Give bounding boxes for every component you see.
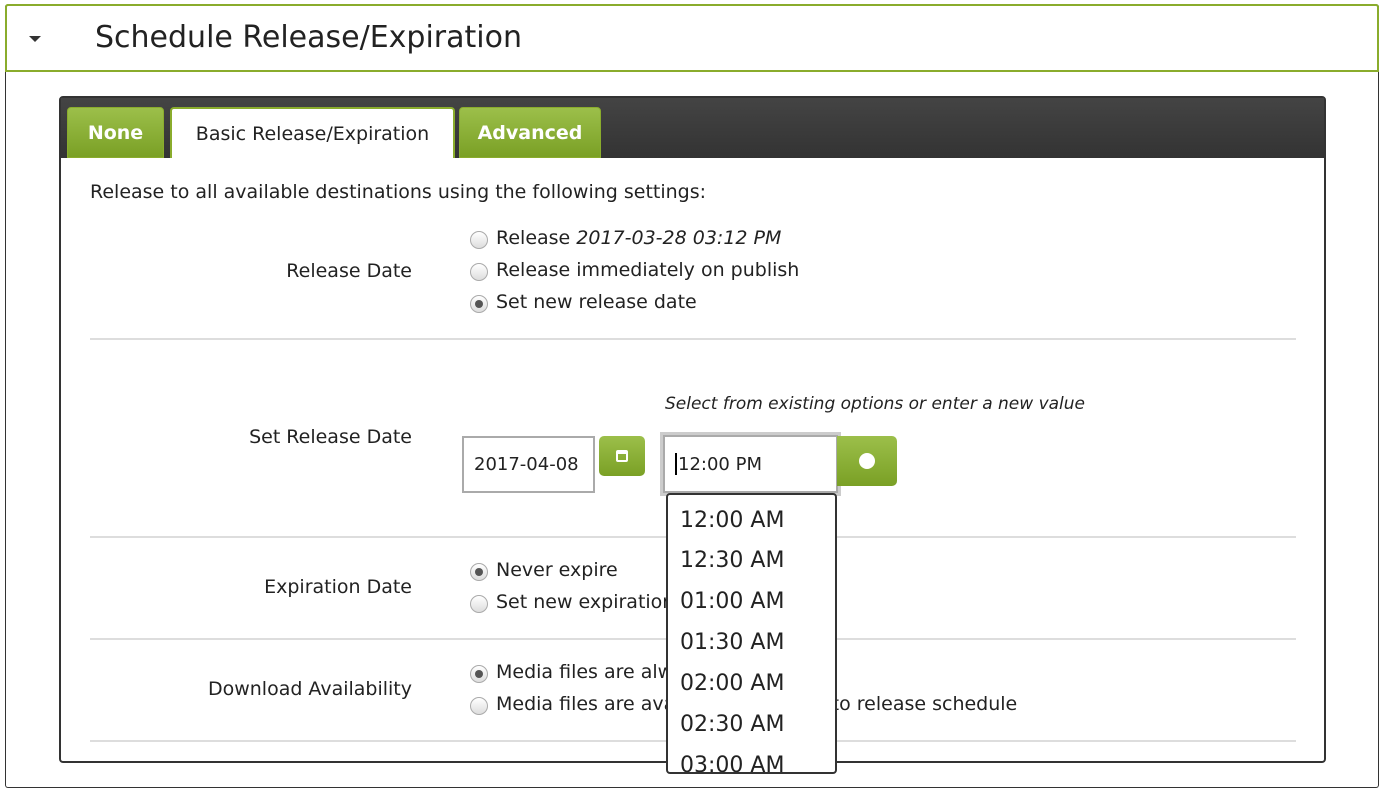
panel-title: Schedule Release/Expiration xyxy=(95,20,522,55)
set-release-date-label: Set Release Date xyxy=(249,426,412,448)
release-immediately-radio[interactable] xyxy=(470,263,488,281)
never-expire-radio[interactable] xyxy=(470,563,488,581)
set-expiration-radio[interactable] xyxy=(470,595,488,613)
always-available-radio[interactable] xyxy=(470,665,488,683)
schedule-available-radio[interactable] xyxy=(470,697,488,715)
never-expire-label: Never expire xyxy=(496,559,618,581)
release-time-input[interactable]: 12:00 PM xyxy=(663,435,838,493)
time-option[interactable]: 02:30 AM xyxy=(680,712,784,737)
tab-basic[interactable]: Basic Release/Expiration xyxy=(170,107,455,158)
release-date-label: Release Date xyxy=(286,260,412,282)
release-immediately-label: Release immediately on publish xyxy=(496,259,800,281)
time-dropdown[interactable]: 12:00 AM 12:30 AM 01:00 AM 01:30 AM 02:0… xyxy=(666,493,837,774)
calendar-button[interactable] xyxy=(599,436,645,476)
divider xyxy=(90,338,1296,340)
set-new-release-radio[interactable] xyxy=(470,295,488,313)
download-availability-label: Download Availability xyxy=(207,678,412,700)
schedule-box: None Basic Release/Expiration Advanced R… xyxy=(59,96,1326,774)
release-existing-label: Release 2017-03-28 03:12 PM xyxy=(496,227,782,249)
tab-none[interactable]: None xyxy=(67,107,164,158)
time-option[interactable]: 03:00 AM xyxy=(680,753,784,772)
time-option[interactable]: 12:00 AM xyxy=(680,508,784,533)
release-time-value: 12:00 PM xyxy=(678,453,762,475)
time-option[interactable]: 01:30 AM xyxy=(680,630,784,655)
intro-text: Release to all available destinations us… xyxy=(90,181,707,203)
panel-header[interactable]: Schedule Release/Expiration xyxy=(5,4,1379,72)
calendar-icon xyxy=(616,450,628,462)
clock-button[interactable] xyxy=(837,436,897,486)
release-date-input[interactable]: 2017-04-08 xyxy=(462,436,595,493)
set-new-release-label: Set new release date xyxy=(496,291,697,313)
expiration-date-label: Expiration Date xyxy=(264,576,412,598)
tab-bar: None Basic Release/Expiration Advanced xyxy=(61,98,1324,158)
time-option[interactable]: 02:00 AM xyxy=(680,671,784,696)
clock-icon xyxy=(859,453,875,469)
collapse-caret-icon[interactable] xyxy=(29,36,41,42)
time-hint: Select from existing options or enter a … xyxy=(665,394,1086,414)
time-option[interactable]: 01:00 AM xyxy=(680,589,784,614)
time-option[interactable]: 12:30 AM xyxy=(680,548,784,573)
tab-advanced[interactable]: Advanced xyxy=(459,107,601,158)
release-existing-radio[interactable] xyxy=(470,231,488,249)
